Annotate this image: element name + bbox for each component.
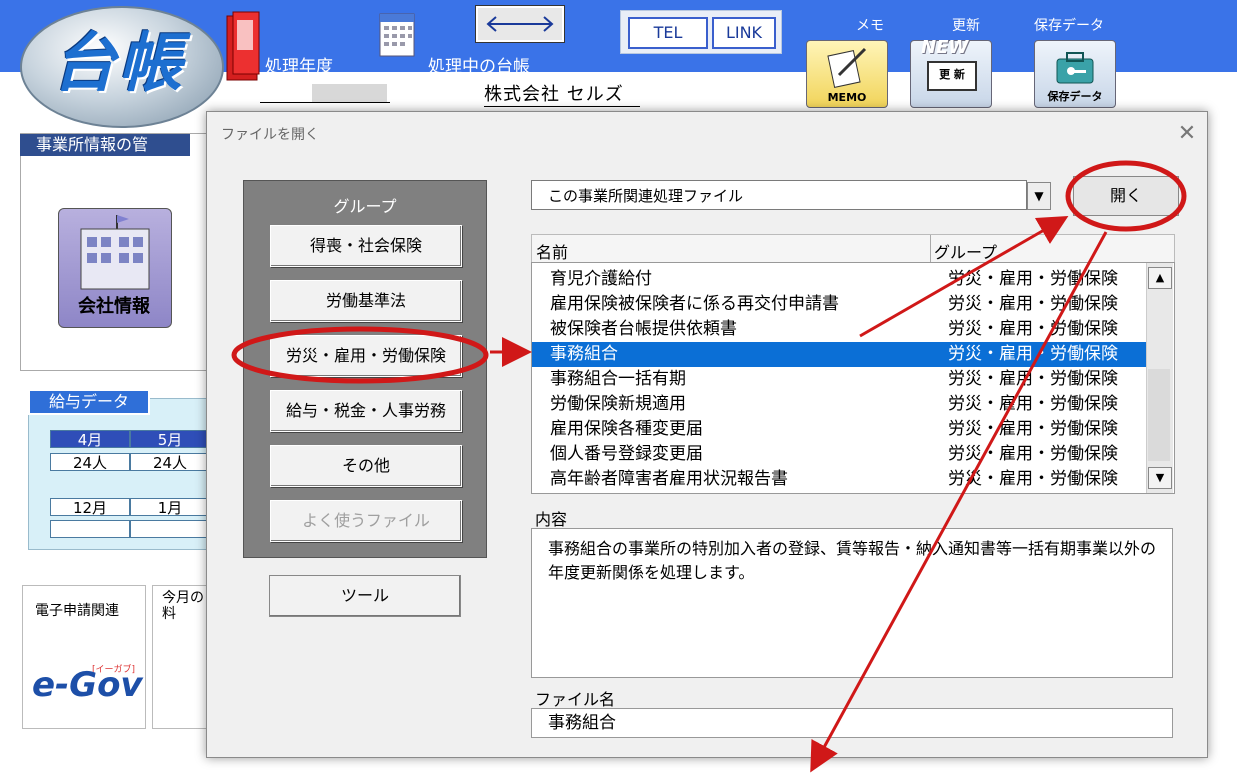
file-group: 労災・雇用・労働保険 <box>948 419 1118 439</box>
file-group: 労災・雇用・労働保険 <box>948 269 1118 289</box>
salary-count-cell <box>50 520 130 538</box>
app-logo-text: 台帳 <box>52 26 184 101</box>
salary-count-cell: 24人 <box>50 453 130 472</box>
file-group: 労災・雇用・労働保険 <box>948 344 1118 364</box>
save-data-label: 保存データ <box>1034 18 1104 34</box>
group-heading: グループ <box>333 197 397 216</box>
salary-month-cell: 4月 <box>50 430 130 449</box>
file-group: 労災・雇用・労働保険 <box>948 319 1118 339</box>
chevron-down-icon[interactable]: ▼ <box>1027 182 1051 210</box>
salary-month-cell: 12月 <box>50 498 130 517</box>
file-group: 労災・雇用・労働保険 <box>948 444 1118 464</box>
memo-label: メモ <box>856 18 884 34</box>
new-badge: NEW <box>921 37 969 58</box>
current-ledger-label: 処理中の台帳 <box>428 57 530 77</box>
processing-year-label: 処理年度 <box>265 57 333 77</box>
file-name: 個人番号登録変更届 <box>550 444 703 464</box>
list-item[interactable]: 被保険者台帳提供依頼書 労災・雇用・労働保険 <box>532 317 1146 342</box>
file-list-header: 名前 グループ <box>531 234 1175 264</box>
group-button-rousai-koyou[interactable]: 労災・雇用・労働保険 <box>270 335 462 377</box>
tool-button[interactable]: ツール <box>269 575 461 617</box>
column-divider[interactable] <box>930 235 931 263</box>
file-name: 労働保険新規適用 <box>550 394 686 414</box>
salary-data-title: 給与データ <box>28 389 150 415</box>
salary-month-cell: 5月 <box>130 430 210 449</box>
file-name: 事務組合 <box>550 344 618 364</box>
group-panel: グループ 得喪・社会保険 労働基準法 労災・雇用・労働保険 給与・税金・人事労務… <box>243 180 487 558</box>
close-icon[interactable]: ✕ <box>1173 120 1201 148</box>
double-arrow-icon <box>486 16 554 32</box>
content-description: 事務組合の事業所の特別加入者の登録、賃等報告・納入通知書等一括有期事業以外の年度… <box>531 528 1173 678</box>
scroll-up-icon[interactable]: ▲ <box>1148 267 1172 289</box>
file-group: 労災・雇用・労働保険 <box>948 294 1118 314</box>
memo-pen-icon <box>827 47 867 88</box>
building-icon <box>80 215 150 290</box>
column-header-name[interactable]: 名前 <box>536 239 568 263</box>
file-name: 高年齢者障害者雇用状況報告書 <box>550 469 788 489</box>
filename-field[interactable]: 事務組合 <box>531 708 1173 738</box>
file-name: 育児介護給付 <box>550 269 652 289</box>
file-list: 育児介護給付 労災・雇用・労働保険 雇用保険被保険者に係る再交付申請書 労災・雇用・… <box>531 262 1175 494</box>
group-button-kyuyo-zeikin[interactable]: 給与・税金・人事労務 <box>270 390 462 432</box>
memo-button[interactable]: MEMO <box>806 40 888 108</box>
list-item[interactable]: 労働保険新規適用 労災・雇用・労働保険 <box>532 392 1146 417</box>
save-caption: 保存データ <box>1047 90 1103 103</box>
salary-month-cell: 1月 <box>130 498 210 517</box>
update-button[interactable]: NEW 更 新 <box>910 37 992 108</box>
processing-year-value <box>260 84 390 103</box>
list-item[interactable]: 雇用保険被保険者に係る再交付申請書 労災・雇用・労働保険 <box>532 292 1146 317</box>
list-item[interactable]: 事務組合一括有期 労災・雇用・労働保険 <box>532 367 1146 392</box>
monthly-title: 今月の料 <box>162 590 204 622</box>
calendar-icon[interactable] <box>378 10 418 58</box>
file-group: 労災・雇用・労働保険 <box>948 469 1118 489</box>
dialog-title: ファイルを開く <box>221 127 319 143</box>
content-label: 内容 <box>535 510 568 529</box>
list-item-selected[interactable]: 事務組合 労災・雇用・労働保険 <box>532 342 1146 367</box>
egov-logo: e-Gov <box>32 665 143 705</box>
company-info-label: 会社情報 <box>78 296 150 317</box>
vertical-scrollbar[interactable]: ▲ ▼ <box>1146 263 1173 493</box>
list-item[interactable]: 高年齢者障害者雇用状況報告書 労災・雇用・労働保険 <box>532 467 1146 492</box>
tel-button[interactable]: TEL <box>628 17 708 49</box>
salary-count-cell: 24人 <box>130 453 210 472</box>
scroll-down-icon[interactable]: ▼ <box>1148 467 1172 489</box>
open-file-dialog: ファイルを開く ✕ グループ 得喪・社会保険 労働基準法 労災・雇用・労働保険 … <box>206 111 1208 758</box>
file-name: 雇用保険各種変更届 <box>550 419 703 439</box>
file-name: 被保険者台帳提供依頼書 <box>550 319 737 339</box>
group-button-favorites[interactable]: よく使うファイル <box>270 500 462 542</box>
update-label: 更新 <box>952 18 980 34</box>
tel-link-group: TEL LINK <box>620 10 782 54</box>
salary-count-cell <box>130 520 210 538</box>
open-button[interactable]: 開く <box>1073 176 1179 216</box>
office-info-title: 事業所情報の管 <box>20 134 190 156</box>
save-data-button[interactable]: 保存データ <box>1034 40 1116 108</box>
link-button[interactable]: LINK <box>712 17 776 49</box>
switch-arrows-button[interactable] <box>475 5 565 43</box>
file-name: 雇用保険被保険者に係る再交付申請書 <box>550 294 839 314</box>
list-item[interactable]: 雇用保険各種変更届 労災・雇用・労働保険 <box>532 417 1146 442</box>
file-name: 事務組合一括有期 <box>550 369 686 389</box>
file-type-select[interactable]: この事業所関連処理ファイル <box>531 180 1027 210</box>
group-button-shakai-hoken[interactable]: 得喪・社会保険 <box>270 225 462 267</box>
egov-title: 電子申請関連 <box>35 603 119 619</box>
briefcase-key-icon <box>1056 52 1094 84</box>
company-name: 株式会社 セルズ <box>484 80 640 107</box>
update-caption: 更 新 <box>927 61 977 91</box>
list-item[interactable]: 育児介護給付 労災・雇用・労働保険 <box>532 267 1146 292</box>
file-group: 労災・雇用・労働保険 <box>948 369 1118 389</box>
list-item[interactable]: 個人番号登録変更届 労災・雇用・労働保険 <box>532 442 1146 467</box>
group-button-roudou-kijun[interactable]: 労働基準法 <box>270 280 462 322</box>
group-button-other[interactable]: その他 <box>270 445 462 487</box>
column-header-group[interactable]: グループ <box>934 239 997 263</box>
file-group: 労災・雇用・労働保険 <box>948 394 1118 414</box>
filename-label: ファイル名 <box>535 690 616 709</box>
scroll-thumb[interactable] <box>1148 369 1170 461</box>
memo-caption: MEMO <box>827 91 867 104</box>
binder-icon[interactable] <box>225 10 261 82</box>
